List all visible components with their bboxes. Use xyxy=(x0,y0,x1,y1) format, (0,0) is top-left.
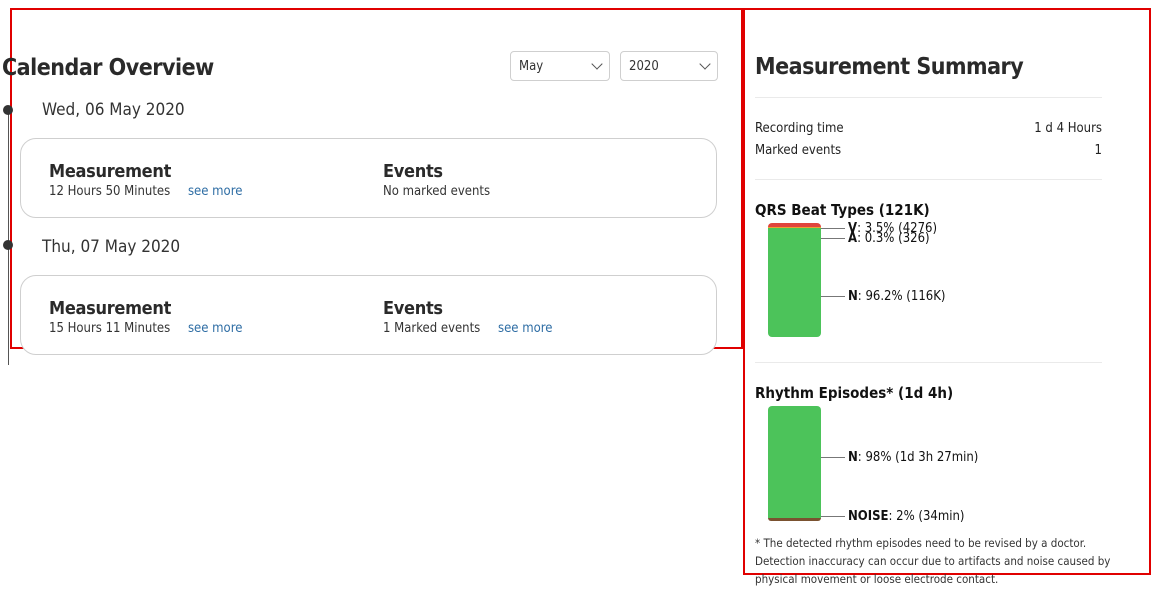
measurement-value: 15 Hours 11 Minutes xyxy=(49,321,171,336)
measurement-label: Measurement xyxy=(49,298,172,319)
summary-title: Measurement Summary xyxy=(755,54,1024,80)
events-value: No marked events xyxy=(383,184,491,199)
leader-line xyxy=(821,457,845,458)
bar-label-text: : 2% (34min) xyxy=(888,509,965,524)
divider xyxy=(755,179,1102,180)
recording-time-value: 1 d 4 Hours xyxy=(1034,121,1102,136)
marked-events-label: Marked events xyxy=(755,143,842,158)
month-select-value: May xyxy=(519,58,544,74)
qrs-title: QRS Beat Types (121K) xyxy=(755,201,930,219)
measurement-column: Measurement 15 Hours 11 Minutes see more xyxy=(49,298,242,336)
chevron-down-icon xyxy=(699,58,711,70)
events-label: Events xyxy=(383,298,443,319)
events-column: Events No marked events xyxy=(383,161,490,199)
leader-line xyxy=(821,238,845,239)
leader-line xyxy=(821,228,845,229)
events-label: Events xyxy=(383,161,443,182)
month-select[interactable]: May xyxy=(510,51,610,81)
bar-label-text: : 98% (1d 3h 27min) xyxy=(857,450,979,465)
year-select-value: 2020 xyxy=(629,58,659,74)
bar-label-n: N: 98% (1d 3h 27min) xyxy=(848,451,978,464)
bar-label-key: A xyxy=(848,231,858,246)
bar-label-text: : 96.2% (116K) xyxy=(857,289,946,304)
measurement-value: 12 Hours 50 Minutes xyxy=(49,184,171,199)
bar-label-text: : 0.3% (326) xyxy=(857,231,930,246)
rhythm-title: Rhythm Episodes* (1d 4h) xyxy=(755,384,954,402)
events-value: 1 Marked events xyxy=(383,321,481,336)
timeline-dot xyxy=(3,105,13,115)
year-select[interactable]: 2020 xyxy=(620,51,718,81)
bar-label-a: A: 0.3% (326) xyxy=(848,232,930,245)
bar-label-key: N xyxy=(848,289,858,304)
day-card: Measurement 12 Hours 50 Minutes see more… xyxy=(20,138,717,218)
leader-line xyxy=(821,516,845,517)
bar-segment-n xyxy=(768,406,821,518)
bar-segment-n xyxy=(768,228,821,338)
see-more-link[interactable]: see more xyxy=(188,321,242,336)
day-date: Wed, 06 May 2020 xyxy=(42,100,185,120)
measurement-label: Measurement xyxy=(49,161,172,182)
day-date: Thu, 07 May 2020 xyxy=(42,237,181,257)
rhythm-note: * The detected rhythm episodes need to b… xyxy=(755,536,1111,586)
chevron-down-icon xyxy=(591,58,603,70)
day-card: Measurement 15 Hours 11 Minutes see more… xyxy=(20,275,717,355)
marked-events-value: 1 xyxy=(1094,143,1102,158)
timeline-dot xyxy=(3,240,13,250)
see-more-link[interactable]: see more xyxy=(498,321,552,336)
leader-line xyxy=(821,296,845,297)
recording-time-label: Recording time xyxy=(755,121,844,136)
recording-time-row: Recording time 1 d 4 Hours xyxy=(755,121,1102,136)
divider xyxy=(755,97,1102,98)
divider xyxy=(755,362,1102,363)
events-column: Events 1 Marked events see more xyxy=(383,298,552,336)
bar-label-noise: NOISE: 2% (34min) xyxy=(848,510,965,523)
bar-label-n: N: 96.2% (116K) xyxy=(848,290,945,303)
bar-segment-noise xyxy=(768,517,821,521)
bar-label-key: NOISE xyxy=(848,509,889,524)
bar-label-key: N xyxy=(848,450,858,465)
see-more-link[interactable]: see more xyxy=(188,184,242,199)
marked-events-row: Marked events 1 xyxy=(755,143,1102,158)
timeline-line xyxy=(8,110,9,365)
measurement-column: Measurement 12 Hours 50 Minutes see more xyxy=(49,161,242,199)
calendar-title: Calendar Overview xyxy=(2,55,214,81)
